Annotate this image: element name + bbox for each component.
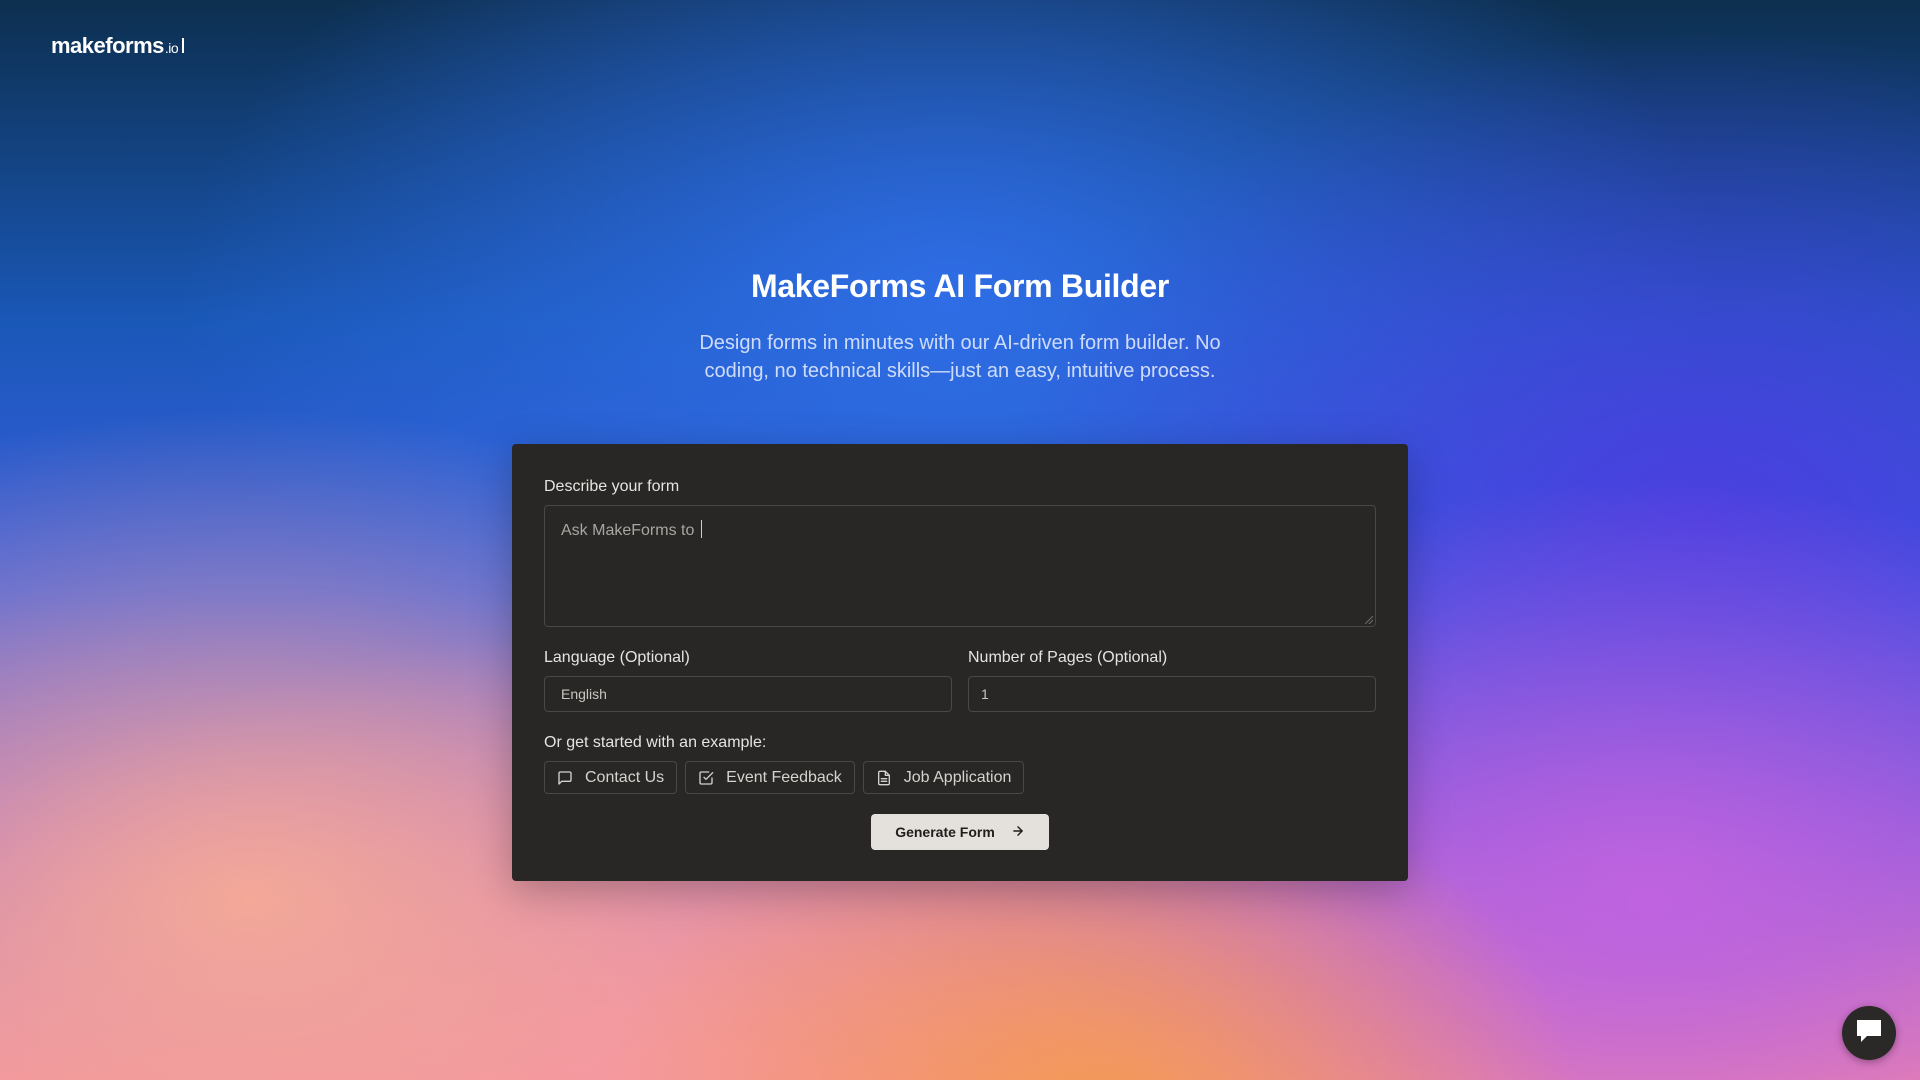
describe-form-label: Describe your form bbox=[544, 478, 680, 495]
describe-form-placeholder: Ask MakeForms to bbox=[561, 522, 699, 539]
language-label: Language (Optional) bbox=[544, 649, 690, 666]
arrow-right-icon bbox=[1011, 824, 1025, 841]
describe-form-textarea[interactable]: Ask MakeForms to bbox=[544, 505, 1376, 627]
hero: MakeForms AI Form Builder Design forms i… bbox=[0, 268, 1920, 385]
message-square-icon bbox=[557, 770, 573, 786]
pages-group: Number of Pages (Optional) 1 bbox=[968, 649, 1376, 712]
page-title: MakeForms AI Form Builder bbox=[750, 268, 1170, 304]
file-text-icon bbox=[876, 770, 892, 786]
example-job-application-button[interactable]: Job Application bbox=[862, 761, 1025, 794]
generate-wrap: Generate Form bbox=[544, 814, 1376, 850]
examples-label: Or get started with an example: bbox=[544, 734, 767, 751]
resize-handle-icon[interactable] bbox=[1365, 616, 1373, 624]
pages-value: 1 bbox=[981, 686, 989, 702]
brand-logo[interactable]: makeforms .io bbox=[51, 33, 185, 59]
check-square-icon bbox=[698, 770, 714, 786]
example-label: Job Application bbox=[903, 768, 1012, 786]
options-row: Language (Optional) English Number of Pa… bbox=[544, 649, 1376, 712]
brand-tld: .io bbox=[164, 40, 179, 56]
pages-input[interactable]: 1 bbox=[968, 676, 1376, 712]
page-subtitle: Design forms in minutes with our AI-driv… bbox=[699, 332, 1221, 382]
text-cursor bbox=[700, 520, 702, 538]
chat-widget-button[interactable] bbox=[1842, 1006, 1896, 1060]
language-input[interactable]: English bbox=[544, 676, 952, 712]
generate-form-label: Generate Form bbox=[895, 824, 995, 840]
example-label: Event Feedback bbox=[726, 768, 842, 786]
language-group: Language (Optional) English bbox=[544, 649, 952, 712]
example-chips: Contact Us Event Feedback Job Applicatio… bbox=[544, 761, 1376, 794]
example-contact-us-button[interactable]: Contact Us bbox=[544, 761, 678, 794]
pages-label: Number of Pages (Optional) bbox=[968, 649, 1168, 666]
generate-form-button[interactable]: Generate Form bbox=[871, 814, 1049, 850]
example-label: Contact Us bbox=[585, 768, 665, 786]
brand-name: makeforms bbox=[51, 33, 164, 58]
logo-cursor-mark bbox=[182, 38, 185, 53]
form-builder-card: Describe your form Ask MakeForms to Lang… bbox=[512, 444, 1408, 881]
chat-bubble-icon bbox=[1854, 1017, 1884, 1050]
example-event-feedback-button[interactable]: Event Feedback bbox=[685, 761, 855, 794]
language-value: English bbox=[561, 686, 607, 702]
